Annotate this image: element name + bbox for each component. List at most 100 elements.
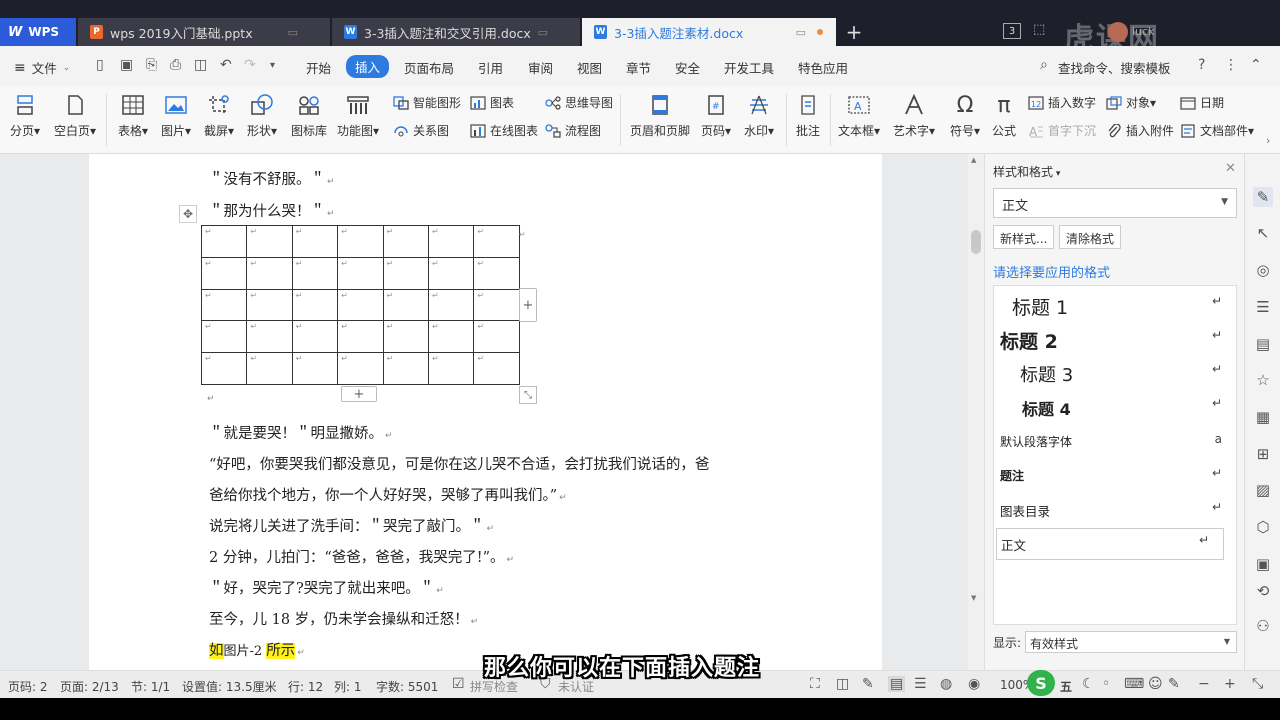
table-grid-icon[interactable]: ⊞ [1253, 444, 1273, 464]
keyboard-icon[interactable]: ⌨ [1124, 676, 1144, 692]
smart-shape-button[interactable]: 智能图形 [393, 94, 461, 111]
avatar[interactable] [1108, 22, 1128, 42]
tab-review[interactable]: 审阅 [528, 58, 553, 77]
dropcap-button[interactable]: A 首字下沉 [1028, 122, 1096, 139]
table-cell[interactable]: ↵ [291, 288, 339, 322]
style-item-normal[interactable]: 正文 ↵ [996, 528, 1224, 560]
moon-icon[interactable]: ☾ [1082, 676, 1095, 692]
close-icon[interactable]: ✕ [1225, 161, 1236, 176]
wrench-icon[interactable]: ✎ [1168, 676, 1180, 692]
document-tool-icon[interactable]: ▣ [1253, 554, 1273, 574]
paragraph[interactable]: ＂那为什么哭！＂ ↵ [209, 200, 335, 221]
style-item-heading-2[interactable]: 标题 2 ↵ [994, 324, 1236, 356]
table-cell[interactable]: ↵ [246, 320, 293, 354]
table-cell[interactable]: ↵ [382, 320, 429, 354]
tab-docx-material[interactable]: W 3-3插入题注素材.docx ▭ [582, 18, 836, 46]
table-cell[interactable]: ↵ [427, 320, 475, 354]
search-icon[interactable]: ⌕ [1040, 57, 1048, 73]
relation-chart-button[interactable]: 关系图 [393, 122, 449, 139]
tab-security[interactable]: 安全 [675, 58, 700, 77]
table-cell[interactable]: ↵ [473, 320, 520, 354]
style-item-caption[interactable]: 题注 ↵ [994, 462, 1236, 492]
doc-parts-button[interactable]: 文档部件 ▾ [1180, 122, 1254, 139]
people-icon[interactable]: ⚇ [1253, 616, 1273, 636]
paragraph[interactable]: 说完将儿关进了洗手间：＂哭完了敲门。＂ ↵ [209, 515, 494, 536]
select-cursor-icon[interactable]: ↖ [1253, 223, 1273, 243]
table-cell[interactable]: ↵ [427, 288, 475, 322]
table-cell[interactable]: ↵ [337, 225, 384, 258]
paragraph[interactable]: ＂就是要哭！＂明显撒娇。 ↵ [209, 422, 393, 443]
scroll-down-icon[interactable]: ▼ [971, 594, 976, 602]
header-footer-button[interactable]: 页眉和页脚 [630, 92, 690, 139]
date-button[interactable]: 日期 [1180, 94, 1224, 111]
function-chart-button[interactable]: 功能图▾ [337, 92, 379, 139]
table-cell[interactable]: ↵ [382, 256, 429, 290]
paragraph[interactable]: ＂没有不舒服。＂ ↵ [209, 168, 335, 189]
table-cell[interactable]: ↵ [382, 225, 429, 258]
web-view-icon[interactable]: ◍ [940, 676, 952, 692]
table-cell[interactable]: ↵ [291, 256, 339, 290]
table-resize-icon[interactable]: ⤡ [519, 386, 537, 404]
online-chart-button[interactable]: 在线图表 [470, 122, 538, 139]
tab-special-apps[interactable]: 特色应用 [798, 58, 848, 77]
table-cell[interactable]: ↵ [337, 256, 384, 290]
document-area[interactable]: ＂没有不舒服。＂ ↵ ＂那为什么哭！＂ ↵ ✥ ↵ ↵ ↵ ↵ ↵ ↵ ↵ ↵ ↵ ↵ ↵ ↵ ↵ ↵ ↵ ↵ ↵ ↵… [0, 154, 968, 670]
window-count-badge[interactable]: 3 [1003, 23, 1021, 39]
fullscreen-icon[interactable]: ⛶ [810, 676, 820, 692]
wordart-button[interactable]: 艺术字▾ [893, 92, 935, 139]
table-cell[interactable]: ↵ [200, 225, 248, 258]
adjust-settings-icon[interactable]: ☰ [1253, 297, 1273, 317]
undo-icon[interactable]: ↶ [220, 57, 232, 73]
add-column-button[interactable]: + [519, 288, 537, 322]
insert-attachment-button[interactable]: 插入附件 [1106, 122, 1174, 139]
table-cell[interactable]: ↵ [473, 352, 520, 385]
export-icon[interactable]: ⎘ [146, 57, 157, 73]
layout-icon[interactable]: ▦ [1253, 407, 1273, 427]
collapse-ribbon-icon[interactable]: ⌃ [1250, 57, 1262, 73]
print-icon[interactable]: ⎙ [170, 57, 181, 73]
share-icon[interactable]: ⬡ [1253, 517, 1273, 537]
table-cell[interactable]: ↵ [291, 225, 339, 258]
scroll-up-icon[interactable]: ▲ [971, 156, 976, 164]
table-cell[interactable]: ↵ [427, 352, 475, 385]
table-cell[interactable]: ↵ [246, 352, 293, 385]
page-break-button[interactable]: 分页▾ [10, 92, 40, 139]
status-setting[interactable]: 设置值: 13.5厘米 [182, 678, 277, 695]
tab-references[interactable]: 引用 [478, 58, 503, 77]
style-item-heading-3[interactable]: 标题 3 ↵ [994, 358, 1236, 390]
star-icon[interactable]: ☆ [1253, 370, 1273, 390]
table-cell[interactable]: ↵ [473, 256, 520, 290]
tab-docx-crossref[interactable]: W 3-3插入题注和交叉引用.docx ▭ [332, 18, 580, 46]
write-mode-icon[interactable]: ✎ [862, 676, 874, 692]
user-name[interactable]: luck [1132, 25, 1154, 38]
page-view-icon[interactable]: ▤ [888, 676, 906, 692]
show-style-select[interactable]: 有效样式 ▼ [1025, 631, 1237, 653]
gallery-icon[interactable]: ▤ [1253, 334, 1273, 354]
tab-view[interactable]: 视图 [577, 58, 602, 77]
object-button[interactable]: 对象 ▾ [1106, 94, 1156, 111]
tab-home[interactable]: 开始 [306, 58, 331, 77]
style-item-default-font[interactable]: 默认段落字体 a [994, 428, 1236, 458]
help-icon[interactable]: ? [1198, 57, 1205, 73]
screen-icon[interactable]: ▭ [538, 26, 548, 39]
skin-icon[interactable]: ⬚ [1033, 22, 1045, 37]
tab-developer[interactable]: 开发工具 [724, 58, 774, 77]
new-style-button[interactable]: 新样式... [993, 225, 1055, 249]
table-button[interactable]: 表格▾ [118, 92, 148, 139]
symbol-button[interactable]: Ω 符号▾ [950, 92, 980, 139]
table-cell[interactable]: ↵ [427, 256, 475, 290]
paragraph[interactable]: 爸给你找个地方，你一个人好好哭，哭够了再叫我们。” ↵ [209, 484, 567, 505]
shape-button[interactable]: 形状▾ [247, 92, 277, 139]
status-page[interactable]: 页面: 2/13 [60, 678, 119, 695]
table-cell[interactable]: ↵ [291, 352, 339, 385]
status-word-count[interactable]: 字数: 5501 [376, 678, 438, 695]
caption-paragraph[interactable]: 如图片-2 所示 ↵ [209, 639, 305, 660]
status-col[interactable]: 列: 1 [334, 678, 362, 695]
table-cell[interactable]: ↵ [291, 320, 339, 354]
table-cell[interactable]: ↵ [337, 352, 384, 385]
scrollbar-thumb[interactable] [971, 230, 981, 254]
screenshot-button[interactable]: 截屏▾ [204, 92, 234, 139]
paragraph[interactable]: “好吧，你要哭我们都没意见，可是你在这儿哭不合适，会打扰我们说话的，爸 [209, 453, 709, 474]
table-cell[interactable]: ↵ [246, 225, 293, 258]
table-cell[interactable]: ↵ [200, 352, 248, 385]
